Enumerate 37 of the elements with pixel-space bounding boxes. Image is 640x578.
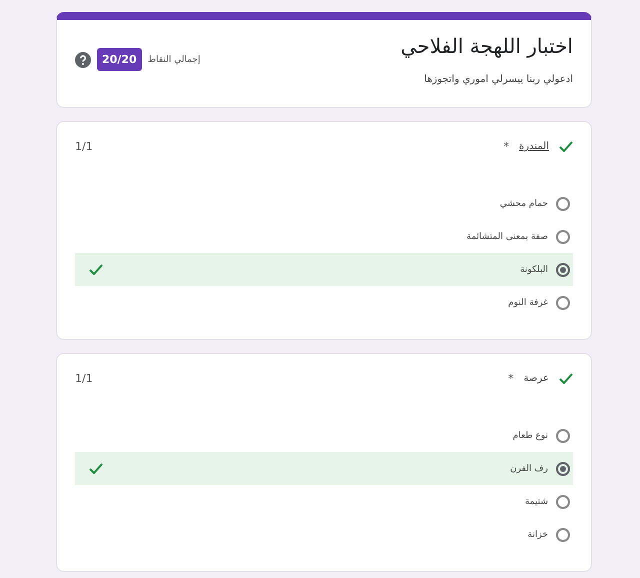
option-label: شتيمة (524, 496, 548, 506)
points-badge: 20/20 (97, 48, 142, 71)
radio-button[interactable] (556, 428, 570, 442)
option-row[interactable]: خزانة (75, 518, 573, 551)
check-icon (89, 463, 103, 474)
required-mark: * (504, 140, 510, 153)
option-row[interactable]: صفة بمعنى المتشائمة (75, 220, 573, 253)
form-description: ادعولي ربنا ييسرلي اموري واتجوزها (423, 74, 573, 85)
selected-option-row[interactable]: رف الفرن (75, 452, 573, 485)
question-score: 1/1 (75, 140, 93, 153)
radio-button[interactable] (556, 196, 570, 210)
radio-button[interactable] (556, 494, 570, 508)
option-row[interactable]: حمام محشي (75, 187, 573, 220)
radio-button[interactable] (556, 528, 570, 542)
option-label: غرفة النوم (508, 298, 548, 308)
required-mark: * (508, 372, 514, 385)
option-label: صفة بمعنى المتشائمة (466, 232, 548, 242)
option-row[interactable]: غرفة النوم (75, 286, 573, 319)
radio-button[interactable] (556, 296, 570, 310)
option-label: خزانة (528, 530, 548, 540)
radio-button[interactable] (556, 462, 570, 476)
option-label: البلكونة (520, 264, 548, 274)
radio-button[interactable] (556, 230, 570, 244)
help-icon[interactable] (75, 52, 91, 68)
points-label: إجمالي النقاط (148, 54, 200, 64)
selected-option-row[interactable]: البلكونة (75, 253, 573, 286)
check-icon (89, 264, 103, 275)
question-title: عرصة (524, 373, 549, 384)
option-label: رف الفرن (510, 464, 548, 474)
option-row[interactable]: شتيمة (75, 485, 573, 518)
radio-button[interactable] (556, 262, 570, 276)
question-score: 1/1 (75, 372, 93, 385)
option-row[interactable]: نوع طعام (75, 419, 573, 452)
question-title: المندرة (519, 141, 549, 152)
option-label: نوع طعام (512, 430, 548, 440)
option-label: حمام محشي (500, 198, 548, 208)
form-title: اختبار اللهجة الفلاحي (400, 34, 573, 58)
